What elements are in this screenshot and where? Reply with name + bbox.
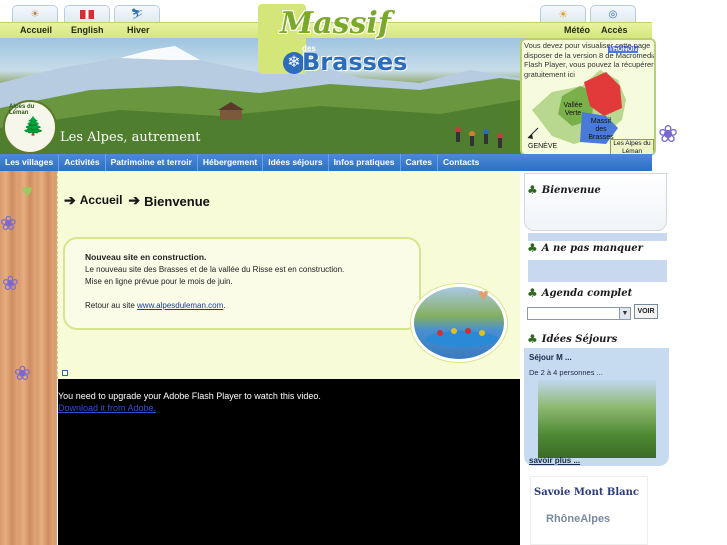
english-tab[interactable] bbox=[64, 5, 110, 23]
tree-icon: ♣ bbox=[527, 241, 538, 255]
idees-heading: ♣ Idées Séjours bbox=[527, 332, 617, 346]
flash-notice-text: Vous devez pour visualiser cette page di… bbox=[524, 41, 656, 79]
rafting-photo bbox=[411, 284, 507, 362]
nav-les-villages[interactable]: Les villages bbox=[0, 154, 60, 171]
voir-button[interactable]: VOIR bbox=[634, 304, 658, 319]
agenda-select[interactable]: ▼ bbox=[527, 307, 631, 320]
news-title: Nouveau site en construction. bbox=[85, 252, 207, 262]
flash-placeholder-icon bbox=[62, 370, 68, 376]
nav-patrimoine[interactable]: Patrimoine et terroir bbox=[106, 154, 198, 171]
main-content: ➔ Accueil ➔ Bienvenue Nouveau site en co… bbox=[57, 171, 520, 379]
rafting-illustration bbox=[426, 328, 498, 347]
flower-icon: ❀ bbox=[14, 363, 31, 385]
badge-text: Alpes du Léman bbox=[9, 104, 35, 116]
nav-infos-pratiques[interactable]: Infos pratiques bbox=[329, 154, 401, 171]
map-icon: ◎ bbox=[608, 9, 618, 20]
nav-tail bbox=[520, 154, 652, 171]
bienvenue-box bbox=[524, 173, 667, 231]
main-nav: Les villages Activités Patrimoine et ter… bbox=[0, 154, 520, 171]
map-label-geneve: GENÈVE bbox=[528, 143, 558, 150]
bienvenue-heading: ♣ Bienvenue bbox=[527, 183, 601, 197]
tree-icon: 🌲 bbox=[22, 116, 45, 136]
map-label-vallee-verte: Vallée Verte bbox=[563, 102, 583, 117]
uk-flag-icon bbox=[80, 10, 94, 19]
nav-english-link[interactable]: English bbox=[71, 25, 104, 35]
right-sidebar: ♣ Bienvenue ♣ A ne pas manquer ♣ Agenda … bbox=[520, 171, 672, 545]
heart-icon: ♥ bbox=[22, 181, 33, 201]
nav-cartes[interactable]: Cartes bbox=[401, 154, 438, 171]
ne-pas-manquer-heading: ♣ A ne pas manquer bbox=[527, 241, 643, 255]
region-map-box[interactable]: Vous devez pour visualiser cette page di… bbox=[520, 38, 656, 156]
sejour-photo[interactable] bbox=[538, 380, 656, 458]
arrow-right-icon: ➔ bbox=[64, 191, 76, 208]
flower-icon: ❀ bbox=[0, 213, 17, 235]
ne-pas-manquer-title[interactable]: A ne pas manquer bbox=[542, 243, 643, 254]
tree-icon: ♣ bbox=[527, 183, 538, 197]
logo-brasses-text: Brasses bbox=[302, 48, 408, 76]
ne-pas-manquer-band bbox=[528, 260, 667, 282]
nav-acces-link[interactable]: Accès bbox=[601, 25, 628, 35]
nav-contacts[interactable]: Contacts bbox=[438, 154, 484, 171]
left-wood-panel: ❀ ❀ ❀ ♥ bbox=[0, 171, 57, 545]
flower-icon: ❀ bbox=[2, 273, 19, 295]
sun-icon: ☀ bbox=[558, 9, 568, 21]
chevron-down-icon[interactable]: ▼ bbox=[619, 308, 630, 319]
logo-massif-text: Massif bbox=[280, 6, 391, 41]
breadcrumb-home[interactable]: Accueil bbox=[80, 193, 123, 207]
news-line-3-suffix: . bbox=[223, 301, 226, 310]
alpesduleman-link[interactable]: www.alpesduleman.com bbox=[137, 301, 223, 310]
idees-title[interactable]: Idées Séjours bbox=[542, 334, 618, 345]
nav-idees-sejours[interactable]: Idées séjours bbox=[263, 154, 329, 171]
flash-upgrade-notice: Vous devez pour visualiser cette page di… bbox=[524, 41, 656, 79]
nav-meteo-link[interactable]: Météo bbox=[564, 25, 590, 35]
agenda-heading: ♣ Agenda complet bbox=[527, 286, 632, 300]
sejour-description: De 2 à 4 personnes ... bbox=[529, 368, 603, 377]
download-flash-link[interactable]: Download it from Adobe. bbox=[58, 403, 156, 413]
nav-activites[interactable]: Activités bbox=[59, 154, 106, 171]
nav-hebergement[interactable]: Hébergement bbox=[198, 154, 264, 171]
site-logo[interactable]: Massif ❄ des Brasses bbox=[258, 4, 407, 76]
acces-tab[interactable]: ◎ bbox=[590, 5, 636, 23]
idees-sejours-box: Séjour M ... De 2 à 4 personnes ... savo… bbox=[524, 348, 669, 466]
savoie-mont-blanc-logo[interactable]: Savoie Mont Blanc bbox=[534, 487, 639, 498]
ski-icon: ⛷ bbox=[130, 9, 144, 20]
winter-tab[interactable]: ⛷ bbox=[114, 5, 160, 23]
arrow-right-icon: ➔ bbox=[128, 191, 141, 208]
tree-icon: ♣ bbox=[527, 286, 538, 300]
meteo-tab[interactable]: ☀ bbox=[540, 5, 586, 23]
nav-hiver-link[interactable]: Hiver bbox=[127, 25, 150, 35]
breadcrumb: ➔ Accueil ➔ Bienvenue bbox=[64, 191, 210, 210]
heart-icon: ♥ bbox=[478, 285, 489, 305]
page-title: Bienvenue bbox=[144, 194, 210, 209]
agenda-title[interactable]: Agenda complet bbox=[542, 288, 632, 299]
news-box: Nouveau site en construction. Le nouveau… bbox=[63, 237, 421, 330]
flash-video-area[interactable]: You need to upgrade your Adobe Flash Pla… bbox=[58, 379, 520, 545]
bienvenue-title: Bienvenue bbox=[541, 184, 601, 196]
home-icon: ☀ bbox=[30, 9, 40, 20]
tree-icon: ♣ bbox=[527, 332, 538, 346]
rhone-alpes-logo[interactable]: RhôneAlpes bbox=[546, 513, 610, 525]
home-tab[interactable]: ☀ bbox=[12, 5, 58, 23]
news-line-1: Le nouveau site des Brasses et de la val… bbox=[85, 265, 345, 274]
flower-icon: ❀ bbox=[658, 121, 679, 148]
news-line-3-prefix: Retour au site bbox=[85, 301, 138, 310]
nav-accueil-link[interactable]: Accueil bbox=[20, 25, 52, 35]
alpes-du-leman-badge[interactable]: 🌲 Alpes du Léman bbox=[3, 100, 57, 154]
flash-video-message: You need to upgrade your Adobe Flash Pla… bbox=[58, 391, 321, 401]
sejour-title[interactable]: Séjour M ... bbox=[529, 353, 572, 362]
news-line-2: Mise en ligne prévue pour le mois de jui… bbox=[85, 277, 233, 286]
savoir-plus-link[interactable]: savoir plus ... bbox=[529, 456, 580, 465]
banner-slogan: Les Alpes, autrement bbox=[60, 130, 201, 145]
partners-box: Savoie Mont Blanc RhôneAlpes bbox=[530, 476, 648, 545]
sidebar-band bbox=[528, 233, 667, 241]
